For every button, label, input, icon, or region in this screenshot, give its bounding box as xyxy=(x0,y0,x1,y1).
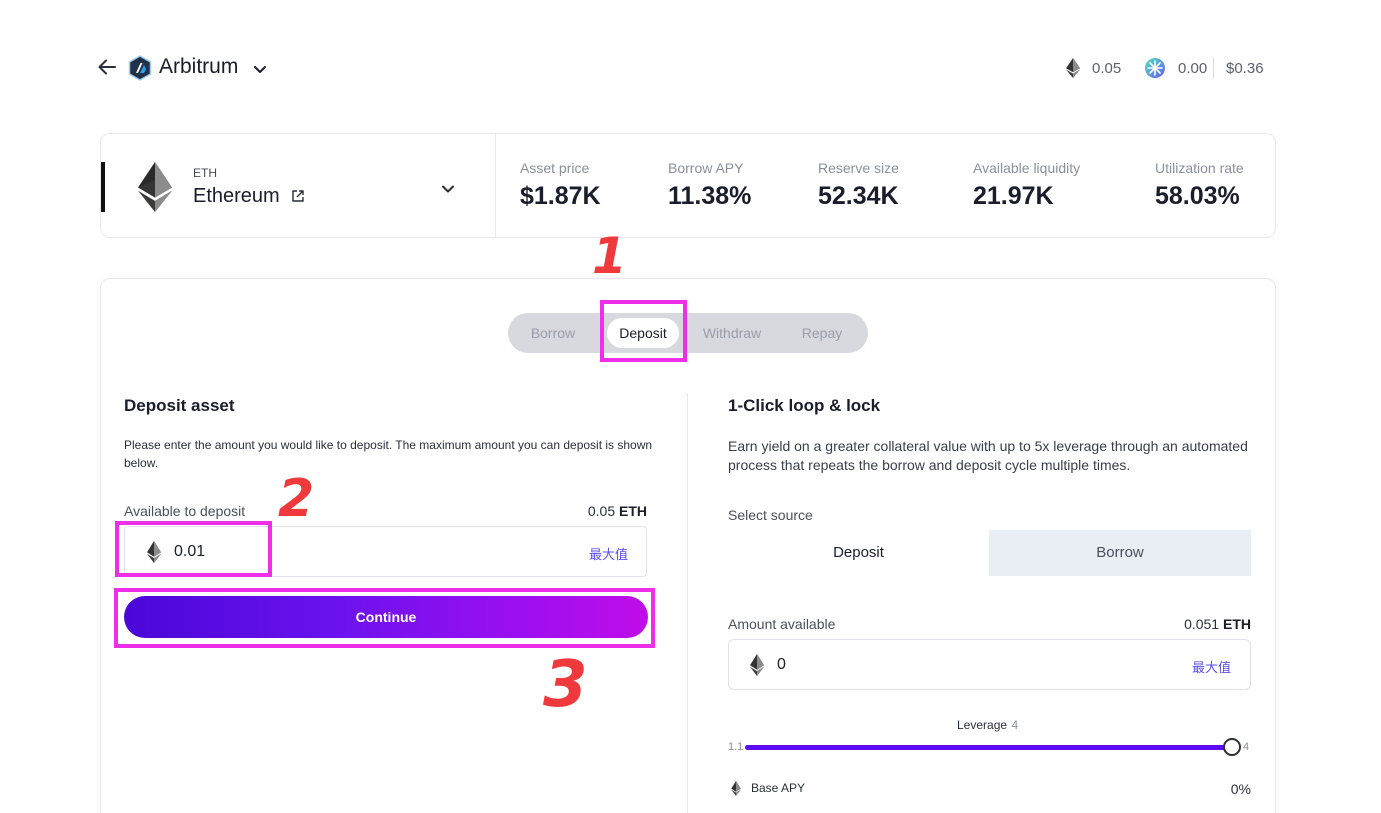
borrow-apy-label: Borrow APY xyxy=(668,160,744,176)
eth-balance-value: 0.05 xyxy=(1092,59,1122,77)
available-to-deposit-label: Available to deposit xyxy=(124,503,246,519)
reserve-size-value: 52.34K xyxy=(818,182,899,210)
asset-card-divider xyxy=(495,134,496,237)
asset-dropdown-chevron-icon[interactable] xyxy=(440,181,456,197)
asset-price-value: $1.87K xyxy=(520,182,601,210)
eth-icon xyxy=(750,654,764,676)
loop-amount-input[interactable]: 0 xyxy=(777,656,786,674)
reserve-size-label: Reserve size xyxy=(818,160,899,176)
amount-available-value: 0.051 xyxy=(1184,616,1220,632)
select-source-label: Select source xyxy=(728,507,813,523)
loop-title: 1-Click loop & lock xyxy=(728,396,881,415)
utilization-rate-label: Utilization rate xyxy=(1155,160,1244,176)
leverage-readout: Leverage 4 xyxy=(957,716,1018,734)
source-borrow-option[interactable]: Borrow xyxy=(989,530,1251,576)
eth-icon xyxy=(1066,58,1080,78)
loop-description: Earn yield on a greater collateral value… xyxy=(728,438,1248,473)
asset-symbol: ETH xyxy=(193,166,217,180)
usd-balance: $0.36 xyxy=(1213,58,1264,78)
tab-borrow[interactable]: Borrow xyxy=(520,313,586,353)
deposit-title: Deposit asset xyxy=(124,396,235,415)
arbitrum-logo-icon xyxy=(128,55,152,81)
base-apy-label: Base APY xyxy=(751,781,806,795)
token-balance-value: 0.00 xyxy=(1178,59,1208,77)
deposit-input-highlight xyxy=(115,521,272,577)
chevron-down-icon[interactable] xyxy=(252,61,268,77)
ethereum-icon xyxy=(138,162,172,212)
column-divider xyxy=(687,393,688,813)
chain-name[interactable]: Arbitrum xyxy=(159,55,238,79)
asset-selected-indicator xyxy=(101,162,105,212)
amount-available-unit: ETH xyxy=(1223,616,1251,632)
leverage-value: 4 xyxy=(1011,718,1019,732)
base-apy-value: 0% xyxy=(1230,781,1251,797)
annotation-3: 3 xyxy=(543,648,588,722)
amount-available-label: Amount available xyxy=(728,616,836,632)
token-balance: 0.00 xyxy=(1144,58,1207,78)
available-liquidity-label: Available liquidity xyxy=(973,160,1081,176)
deposit-tab-highlight xyxy=(600,300,687,362)
leverage-slider-thumb[interactable] xyxy=(1223,738,1241,756)
borrow-apy-value: 11.38% xyxy=(668,182,752,210)
eth-balance: 0.05 xyxy=(1066,58,1121,78)
asset-name: Ethereum xyxy=(193,185,280,207)
source-deposit-option[interactable]: Deposit xyxy=(728,530,989,576)
deposit-description: Please enter the amount you would like t… xyxy=(124,438,653,470)
available-to-deposit-unit: ETH xyxy=(619,503,647,519)
usd-balance-value: $0.36 xyxy=(1226,59,1264,77)
token-star-icon xyxy=(1145,58,1165,78)
leverage-slider-track[interactable] xyxy=(745,745,1233,750)
utilization-rate-value: 58.03% xyxy=(1155,182,1240,210)
leverage-label: Leverage xyxy=(957,718,1008,732)
leverage-min: 1.1 xyxy=(728,741,744,753)
loop-max-button[interactable]: 最大值 xyxy=(1192,657,1231,676)
asset-price-label: Asset price xyxy=(520,160,590,176)
deposit-max-button[interactable]: 最大值 xyxy=(589,544,628,563)
leverage-max: 4 xyxy=(1243,741,1250,753)
tab-repay[interactable]: Repay xyxy=(790,313,854,353)
back-arrow-icon[interactable] xyxy=(96,56,118,78)
tab-withdraw[interactable]: Withdraw xyxy=(695,313,769,353)
external-link-icon[interactable] xyxy=(291,189,305,203)
available-to-deposit-amount: 0.05 ETH xyxy=(520,503,647,519)
annotation-2: 2 xyxy=(278,469,315,529)
continue-highlight xyxy=(114,588,655,648)
annotation-1: 1 xyxy=(592,227,627,285)
eth-icon xyxy=(731,781,741,796)
loop-amount-field[interactable] xyxy=(728,639,1251,690)
available-to-deposit-value: 0.05 xyxy=(587,503,616,519)
amount-available: 0.051 ETH xyxy=(1120,616,1251,632)
available-liquidity-value: 21.97K xyxy=(973,182,1054,210)
